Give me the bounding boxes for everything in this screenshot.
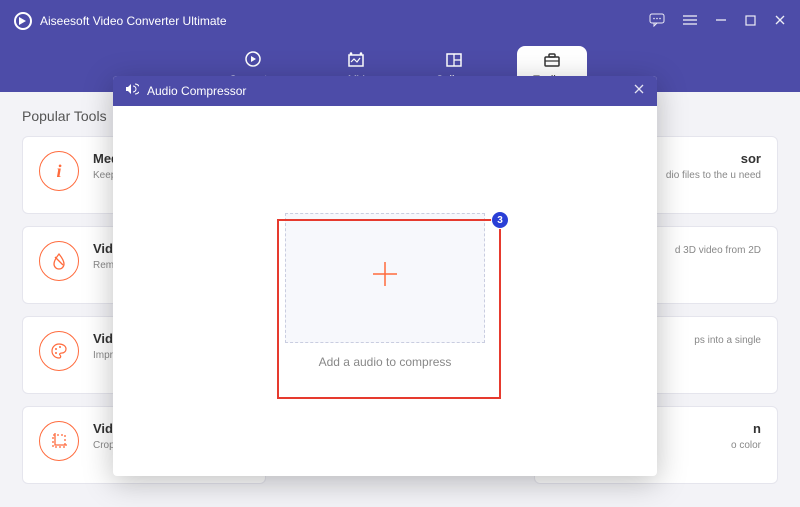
drop-icon [39, 241, 79, 281]
plus-icon [370, 259, 400, 298]
modal-close-icon[interactable] [633, 82, 645, 100]
modal-body: Add a audio to compress 3 [113, 106, 657, 476]
app-title: Aiseesoft Video Converter Ultimate [40, 14, 649, 28]
window-controls [649, 13, 786, 30]
collage-icon [445, 52, 463, 71]
maximize-icon[interactable] [745, 13, 756, 29]
modal-header: Audio Compressor [113, 76, 657, 106]
feedback-icon[interactable] [649, 13, 665, 30]
audio-compressor-modal: Audio Compressor Add a audio to compress… [113, 76, 657, 476]
info-icon: i [39, 151, 79, 191]
minimize-icon[interactable] [715, 13, 727, 29]
step-badge: 3 [491, 211, 509, 229]
modal-title: Audio Compressor [147, 84, 633, 98]
app-logo-icon [14, 12, 32, 30]
speaker-icon [125, 82, 139, 100]
titlebar: Aiseesoft Video Converter Ultimate [0, 0, 800, 42]
palette-icon [39, 331, 79, 371]
close-icon[interactable] [774, 13, 786, 29]
mv-icon [347, 52, 365, 71]
toolbox-icon [543, 52, 561, 71]
menu-icon[interactable] [683, 13, 697, 29]
add-audio-dropzone[interactable] [285, 213, 485, 343]
converter-icon [244, 50, 262, 71]
dropzone-label: Add a audio to compress [319, 355, 452, 369]
crop-icon [39, 421, 79, 461]
